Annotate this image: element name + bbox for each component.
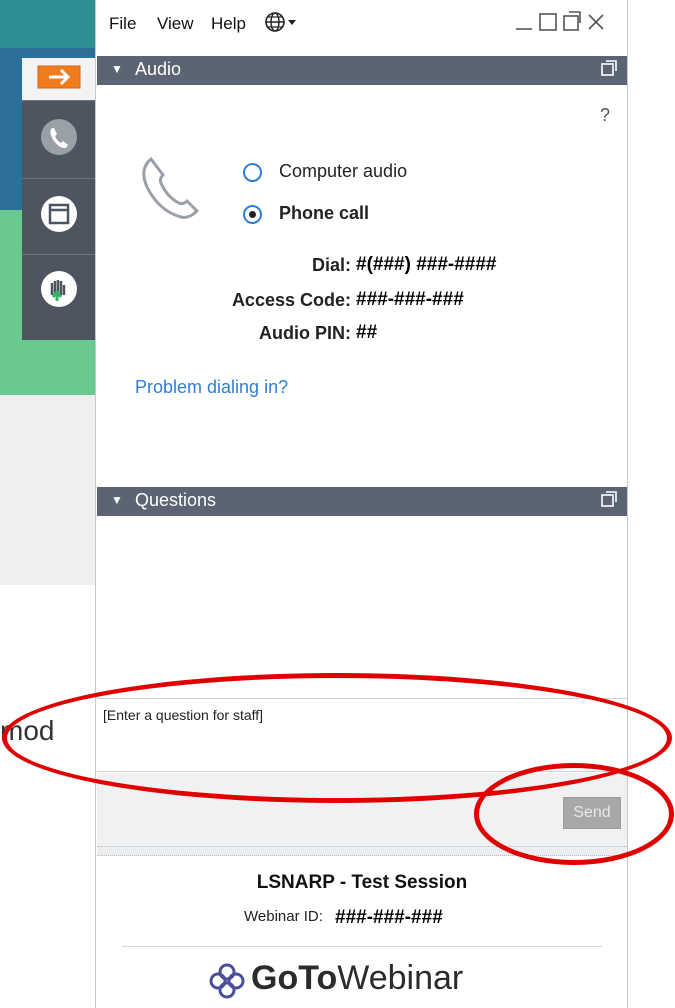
session-footer: LSNARP - Test Session Webinar ID: ###-##… <box>97 856 627 1008</box>
menu-help[interactable]: Help <box>211 14 246 34</box>
computer-audio-radio[interactable] <box>243 163 262 182</box>
questions-pane-header[interactable]: ▼ Questions <box>97 487 627 516</box>
access-code-value: ###-###-### <box>356 289 464 310</box>
popout-pane-icon[interactable] <box>601 491 617 512</box>
phone-icon <box>39 117 79 162</box>
close-button[interactable] <box>586 10 606 38</box>
background-page <box>0 395 95 585</box>
phone-call-label[interactable]: Phone call <box>279 203 369 224</box>
webinar-id-value: ###-###-### <box>335 907 443 928</box>
control-sidebar <box>22 58 95 340</box>
webinar-id-label: Webinar ID: <box>244 908 323 925</box>
maximize-button[interactable] <box>538 10 558 38</box>
questions-pane-title: Questions <box>135 490 217 510</box>
audio-pane-header[interactable]: ▼ Audio <box>97 56 627 85</box>
audio-pin-label: Audio PIN: <box>259 323 351 343</box>
popout-pane-icon[interactable] <box>601 60 617 81</box>
problem-dialing-link[interactable]: Problem dialing in? <box>135 377 288 398</box>
maximize-icon <box>538 13 558 37</box>
arrow-right-icon <box>37 65 81 94</box>
session-title: LSNARP - Test Session <box>256 872 468 893</box>
minimize-icon <box>514 15 534 37</box>
popout-button[interactable] <box>562 10 582 38</box>
computer-audio-label[interactable]: Computer audio <box>279 161 407 182</box>
language-dropdown[interactable] <box>264 11 298 38</box>
access-code-label: Access Code: <box>231 290 351 310</box>
popout-icon <box>562 11 582 37</box>
audio-pin-value: ## <box>356 322 378 343</box>
help-question-icon[interactable]: ? <box>600 105 610 126</box>
window-icon <box>39 194 79 239</box>
close-icon <box>586 14 606 37</box>
brand-goto: GoTo <box>251 959 338 997</box>
screen-view-button[interactable] <box>22 179 95 253</box>
phone-call-radio[interactable] <box>243 205 262 224</box>
goto-logo-icon <box>209 963 245 1004</box>
collapse-triangle-icon: ▼ <box>111 493 123 507</box>
goto-webinar-logo: GoToWebinar <box>251 959 463 998</box>
background-page <box>0 0 95 48</box>
menu-file[interactable]: File <box>109 14 136 34</box>
collapse-triangle-icon: ▼ <box>111 62 123 76</box>
hand-icon <box>39 269 79 314</box>
raise-hand-button[interactable] <box>22 255 95 327</box>
menu-bar: File View Help <box>96 0 627 45</box>
footer-divider <box>122 946 602 947</box>
questions-log <box>97 516 627 696</box>
minimize-button[interactable] <box>514 10 534 38</box>
annotation-ellipse-send <box>474 763 674 865</box>
brand-webinar: Webinar <box>337 959 464 997</box>
globe-icon <box>264 12 298 37</box>
dial-number: #(###) ###-#### <box>356 254 497 275</box>
dial-label: Dial: <box>311 255 351 275</box>
audio-toggle-button[interactable] <box>22 101 95 177</box>
phone-handset-icon <box>137 151 211 228</box>
audio-pane-title: Audio <box>135 59 182 79</box>
audio-pane-body: ? Computer audio Phone call Dial: #(###)… <box>97 85 627 487</box>
collapse-panel-button[interactable] <box>22 58 95 100</box>
menu-view[interactable]: View <box>157 14 194 34</box>
